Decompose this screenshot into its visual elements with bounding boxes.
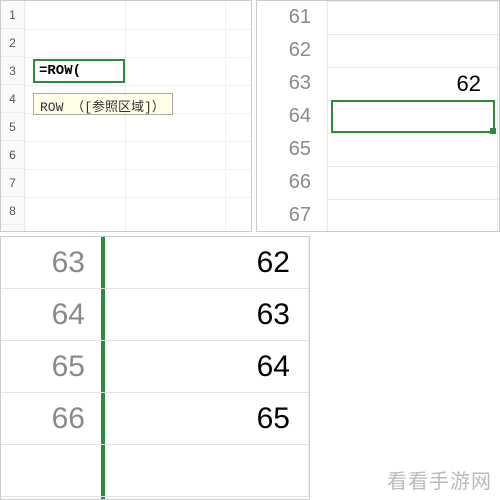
cell-value[interactable]: 65 bbox=[105, 393, 309, 444]
row-header[interactable]: 1 bbox=[1, 1, 24, 29]
fill-handle-icon[interactable] bbox=[490, 128, 496, 134]
row-header[interactable]: 8 bbox=[1, 197, 24, 225]
cell-value[interactable]: 62 bbox=[331, 67, 491, 100]
row-header[interactable]: 6 bbox=[1, 141, 24, 169]
row-header[interactable]: 63 bbox=[257, 67, 327, 100]
formula-tooltip: ROW （[参照区域]） bbox=[33, 93, 173, 115]
row-header[interactable]: 67 bbox=[257, 199, 327, 232]
cell-value[interactable]: 64 bbox=[105, 341, 309, 392]
selected-cell[interactable] bbox=[331, 100, 495, 133]
panel-formula-entry: 1 2 3 4 5 6 7 8 =ROW( ROW （[参照区域]） bbox=[0, 0, 252, 232]
panel-filled-series: 63 62 64 63 65 64 66 65 bbox=[0, 236, 310, 500]
table-row[interactable]: 63 62 bbox=[1, 237, 309, 289]
cell-value[interactable]: 63 bbox=[105, 289, 309, 340]
active-cell-formula[interactable]: =ROW( bbox=[33, 59, 125, 83]
row-header[interactable]: 66 bbox=[257, 166, 327, 199]
watermark-text: 看看手游网 bbox=[387, 465, 492, 494]
row-header[interactable] bbox=[1, 445, 101, 496]
row-header[interactable]: 4 bbox=[1, 85, 24, 113]
cell-grid[interactable]: =ROW( ROW （[参照区域]） bbox=[25, 1, 251, 231]
table-row[interactable]: 66 65 bbox=[1, 393, 309, 445]
table-row[interactable]: 64 63 bbox=[1, 289, 309, 341]
table-row[interactable]: 65 64 bbox=[1, 341, 309, 393]
row-header[interactable]: 61 bbox=[257, 1, 327, 34]
row-header[interactable]: 3 bbox=[1, 57, 24, 85]
panel-result-preview: 61 62 63 64 65 66 67 62 bbox=[256, 0, 500, 232]
row-header[interactable]: 64 bbox=[1, 289, 101, 340]
row-header[interactable]: 64 bbox=[257, 100, 327, 133]
row-header[interactable]: 7 bbox=[1, 169, 24, 197]
row-header-column: 61 62 63 64 65 66 67 bbox=[257, 1, 327, 231]
row-header[interactable]: 5 bbox=[1, 113, 24, 141]
table-row[interactable] bbox=[1, 445, 309, 497]
row-header[interactable]: 63 bbox=[1, 237, 101, 288]
row-header[interactable]: 62 bbox=[257, 34, 327, 67]
row-header[interactable]: 65 bbox=[1, 341, 101, 392]
row-header-column: 1 2 3 4 5 6 7 8 bbox=[1, 1, 25, 231]
cell-value[interactable] bbox=[105, 445, 309, 496]
cell-value[interactable]: 62 bbox=[105, 237, 309, 288]
row-header[interactable]: 66 bbox=[1, 393, 101, 444]
row-header[interactable]: 65 bbox=[257, 133, 327, 166]
row-header[interactable]: 2 bbox=[1, 29, 24, 57]
